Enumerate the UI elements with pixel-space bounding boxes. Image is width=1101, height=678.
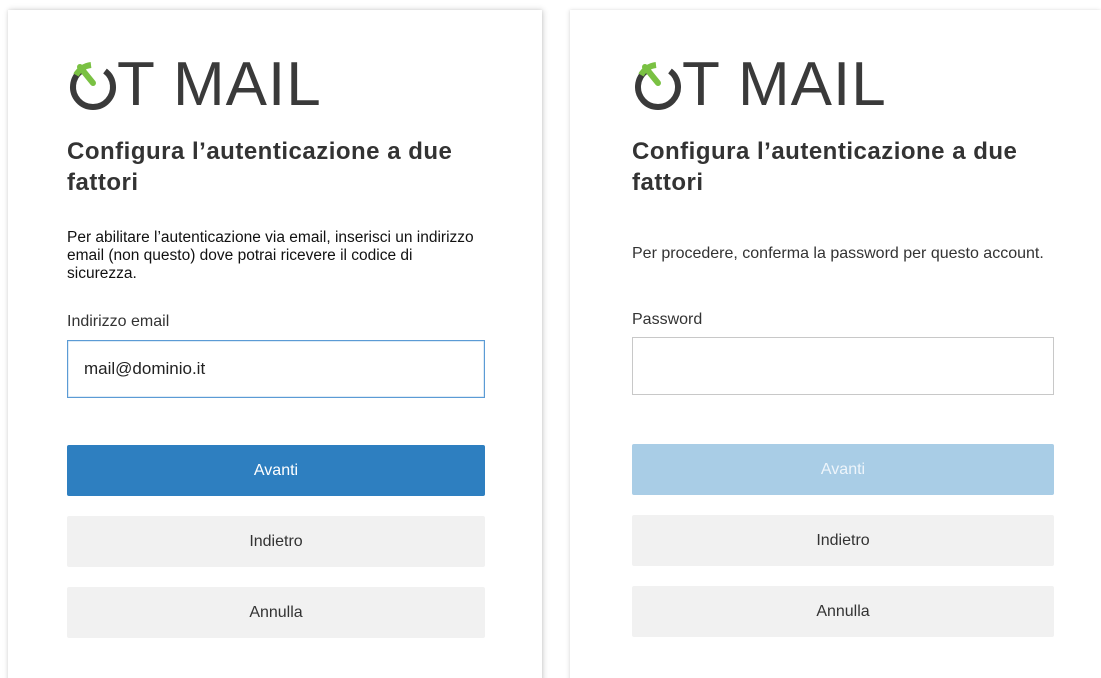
next-button[interactable]: Avanti xyxy=(67,445,485,496)
cancel-button[interactable]: Annulla xyxy=(632,586,1054,637)
power-o-icon xyxy=(635,62,681,110)
cancel-button[interactable]: Annulla xyxy=(67,587,485,638)
email-field-label: Indirizzo email xyxy=(67,313,170,330)
instructions-text: Per procedere, conferma la password per … xyxy=(632,245,1044,262)
password-field[interactable] xyxy=(632,337,1054,395)
password-field-label: Password xyxy=(632,311,703,328)
panel-content: T MAIL Configura l’autenticazione a due … xyxy=(632,10,1054,678)
ot-mail-logo: T MAIL xyxy=(67,54,322,116)
password-confirm-panel: T MAIL Configura l’autenticazione a due … xyxy=(570,10,1101,678)
email-field[interactable] xyxy=(67,340,485,398)
page-title: Configura l’autenticazione a due fattori xyxy=(632,138,1018,196)
panel-content: T MAIL Configura l’autenticazione a due … xyxy=(67,10,485,678)
logo-text: T MAIL xyxy=(117,50,322,119)
back-button[interactable]: Indietro xyxy=(67,516,485,567)
logo-text: T MAIL xyxy=(682,50,887,119)
page: T MAIL Configura l’autenticazione a due … xyxy=(0,0,1101,678)
power-o-icon xyxy=(70,62,116,110)
ot-mail-logo: T MAIL xyxy=(632,54,887,116)
next-button[interactable]: Avanti xyxy=(632,444,1054,495)
back-button[interactable]: Indietro xyxy=(632,515,1054,566)
instructions-text: Per abilitare l’autenticazione via email… xyxy=(67,229,474,282)
email-setup-panel: T MAIL Configura l’autenticazione a due … xyxy=(8,10,542,678)
page-title: Configura l’autenticazione a due fattori xyxy=(67,138,453,196)
